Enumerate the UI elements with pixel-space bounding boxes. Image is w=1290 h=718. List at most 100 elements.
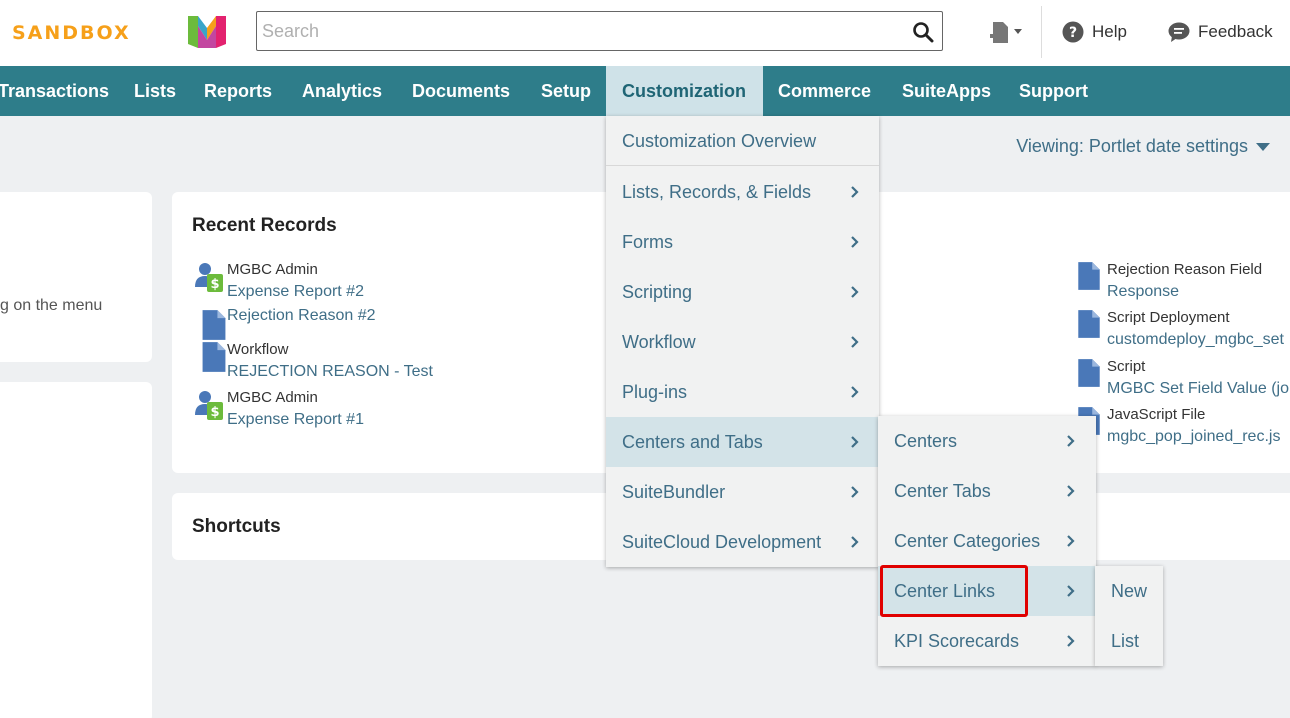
menu-item-label: Lists, Records, & Fields: [622, 182, 812, 202]
chevron-right-icon: [851, 536, 859, 548]
netsuite-logo-icon[interactable]: [186, 12, 228, 50]
expense-report-icon: $: [195, 391, 223, 420]
nav-customization[interactable]: Customization: [606, 66, 763, 116]
menu-item-label: Workflow: [622, 332, 696, 352]
nav-setup[interactable]: Setup: [541, 66, 591, 116]
record-type-label: Script Deployment: [1107, 309, 1230, 326]
chevron-right-icon: [851, 186, 859, 198]
global-search[interactable]: [256, 11, 943, 51]
menu-item-label: Center Categories: [894, 531, 1041, 551]
menu-item-label: Plug-ins: [622, 382, 688, 402]
viewing-dropdown[interactable]: Viewing: Portlet date settings: [1016, 136, 1270, 157]
record-item[interactable]: Script MGBC Set Field Value (jo: [1073, 358, 1290, 406]
record-item[interactable]: JavaScript File mgbc_pop_joined_rec.js: [1073, 406, 1290, 454]
record-link[interactable]: Rejection Reason #2: [227, 307, 376, 325]
record-item[interactable]: Workflow REJECTION REASON - Test: [193, 341, 493, 389]
nav-reports[interactable]: Reports: [204, 66, 272, 116]
left-portlet-bottom: [0, 382, 152, 718]
nav-transactions[interactable]: Transactions: [0, 66, 109, 116]
record-link[interactable]: mgbc_pop_joined_rec.js: [1107, 428, 1280, 446]
menu-item-list[interactable]: List: [1095, 616, 1163, 666]
center-links-submenu: New List: [1095, 566, 1163, 666]
record-item[interactable]: Script Deployment customdeploy_mgbc_set: [1073, 309, 1290, 357]
record-item[interactable]: Rejection Reason #2: [193, 307, 493, 340]
record-type-label: Script: [1107, 358, 1146, 375]
record-link[interactable]: Expense Report #1: [227, 411, 364, 429]
header-divider: [1041, 6, 1042, 58]
left-portlet-text: g on the menu: [0, 297, 103, 314]
record-item[interactable]: $ MGBC Admin Expense Report #1: [193, 389, 493, 437]
recent-records-right-column: Rejection Reason Field Response Script D…: [1073, 261, 1290, 461]
sandbox-label: SANDBOX: [12, 22, 131, 44]
record-item[interactable]: $ MGBC Admin Expense Report #2: [193, 261, 493, 309]
document-icon: [1078, 310, 1100, 338]
help-link[interactable]: ? Help: [1062, 20, 1127, 44]
svg-text:$: $: [210, 405, 219, 420]
record-link[interactable]: MGBC Set Field Value (jo: [1107, 380, 1289, 398]
document-icon: [1078, 262, 1100, 290]
chevron-right-icon: [1067, 635, 1075, 647]
record-link[interactable]: REJECTION REASON - Test: [227, 363, 433, 381]
record-link[interactable]: customdeploy_mgbc_set: [1107, 331, 1284, 349]
nav-suiteapps[interactable]: SuiteApps: [902, 66, 991, 116]
menu-item-label: Scripting: [622, 282, 693, 302]
top-header: SANDBOX ? Help Feedback: [0, 0, 1290, 66]
nav-documents[interactable]: Documents: [412, 66, 510, 116]
nav-lists[interactable]: Lists: [134, 66, 176, 116]
create-new-menu-icon[interactable]: [990, 20, 1026, 46]
record-item[interactable]: Rejection Reason Field Response: [1073, 261, 1290, 309]
menu-item-centers[interactable]: Centers: [878, 416, 1096, 466]
menu-item-suitecloud-development[interactable]: SuiteCloud Development: [606, 517, 879, 567]
centers-and-tabs-submenu: Centers Center Tabs Center Categories Ce…: [878, 416, 1096, 666]
chevron-right-icon: [851, 236, 859, 248]
search-icon[interactable]: [912, 21, 934, 43]
feedback-link[interactable]: Feedback: [1168, 20, 1273, 44]
nav-analytics[interactable]: Analytics: [302, 66, 382, 116]
menu-item-forms[interactable]: Forms: [606, 217, 879, 267]
menu-item-new[interactable]: New: [1095, 566, 1163, 616]
chevron-right-icon: [1067, 535, 1075, 547]
chevron-right-icon: [851, 336, 859, 348]
document-icon: [202, 342, 226, 372]
menu-item-label: Centers and Tabs: [622, 432, 763, 452]
chevron-right-icon: [851, 286, 859, 298]
menu-item-kpi-scorecards[interactable]: KPI Scorecards: [878, 616, 1096, 666]
menu-item-workflow[interactable]: Workflow: [606, 317, 879, 367]
chevron-right-icon: [851, 386, 859, 398]
document-icon: [1078, 359, 1100, 387]
chevron-right-icon: [851, 486, 859, 498]
menu-item-label: List: [1111, 631, 1140, 651]
menu-item-scripting[interactable]: Scripting: [606, 267, 879, 317]
menu-item-label: SuiteBundler: [622, 482, 726, 502]
menu-item-center-categories[interactable]: Center Categories: [878, 516, 1096, 566]
menu-item-customization-overview[interactable]: Customization Overview: [606, 116, 879, 166]
search-input[interactable]: [257, 12, 897, 50]
menu-item-centers-and-tabs[interactable]: Centers and Tabs: [606, 417, 879, 467]
nav-commerce[interactable]: Commerce: [778, 66, 871, 116]
svg-text:?: ?: [1069, 25, 1077, 41]
record-link[interactable]: Response: [1107, 283, 1179, 301]
record-type-label: Workflow: [227, 341, 289, 358]
record-type-label: MGBC Admin: [227, 261, 318, 278]
record-link[interactable]: Expense Report #2: [227, 283, 364, 301]
feedback-icon: [1168, 22, 1190, 42]
highlight-box: [880, 565, 1028, 617]
customization-menu: Customization Overview Lists, Records, &…: [606, 116, 879, 567]
menu-item-center-tabs[interactable]: Center Tabs: [878, 466, 1096, 516]
menu-item-label: New: [1111, 581, 1148, 601]
expense-report-icon: $: [195, 263, 223, 292]
record-type-label: JavaScript File: [1107, 406, 1206, 423]
left-portlet-top: g on the menu: [0, 192, 152, 362]
menu-item-lists-records-fields[interactable]: Lists, Records, & Fields: [606, 167, 879, 217]
main-navigation: Transactions Lists Reports Analytics Doc…: [0, 66, 1290, 116]
menu-item-plug-ins[interactable]: Plug-ins: [606, 367, 879, 417]
document-icon: [202, 310, 226, 340]
chevron-right-icon: [1067, 485, 1075, 497]
menu-divider: [606, 165, 879, 166]
nav-support[interactable]: Support: [1019, 66, 1088, 116]
menu-item-suitebundler[interactable]: SuiteBundler: [606, 467, 879, 517]
record-type-label: MGBC Admin: [227, 389, 318, 406]
help-icon: ?: [1062, 21, 1084, 43]
record-type-label: Rejection Reason Field: [1107, 261, 1263, 278]
menu-item-label: SuiteCloud Development: [622, 532, 822, 552]
